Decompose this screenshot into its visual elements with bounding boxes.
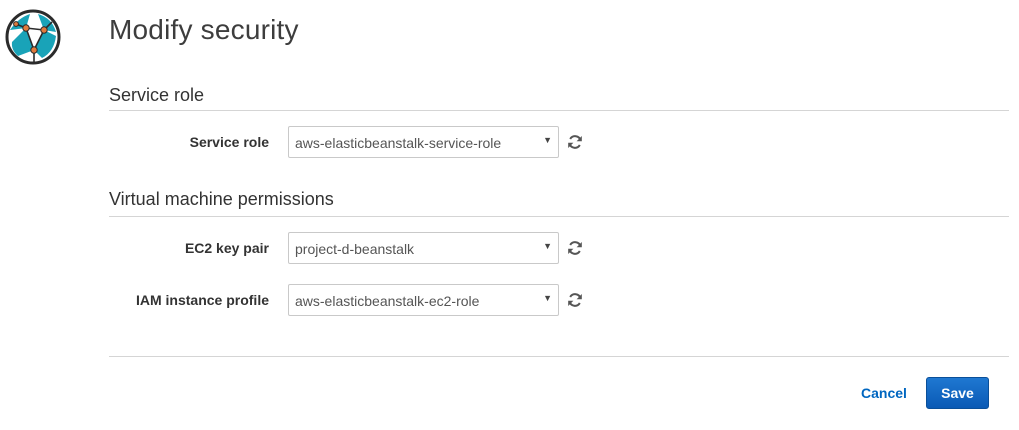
modify-security-page: Modify security Service role Service rol… (0, 0, 1019, 430)
section-divider (109, 110, 1009, 111)
section-divider (109, 216, 1009, 217)
ec2-key-pair-label: EC2 key pair (184, 240, 269, 256)
service-role-label: Service role (189, 134, 269, 150)
section-header-vm-permissions: Virtual machine permissions (109, 189, 334, 209)
save-button[interactable]: Save (926, 377, 989, 409)
refresh-icon[interactable] (567, 240, 583, 256)
iam-instance-profile-label: IAM instance profile (135, 292, 269, 308)
caret-down-icon: ▼ (543, 241, 552, 251)
iam-instance-profile-value: aws-elasticbeanstalk-ec2-role (295, 293, 480, 309)
service-role-value: aws-elasticbeanstalk-service-role (295, 135, 502, 151)
service-role-row: Service role aws-elasticbeanstalk-servic… (0, 126, 1019, 158)
ec2-key-pair-value: project-d-beanstalk (295, 241, 415, 257)
footer-divider (109, 356, 1009, 357)
caret-down-icon: ▼ (543, 135, 552, 145)
caret-down-icon: ▼ (543, 293, 552, 303)
ec2-key-pair-row: EC2 key pair project-d-beanstalk ▼ (0, 232, 1019, 264)
cancel-button[interactable]: Cancel (861, 385, 907, 401)
iam-instance-profile-row: IAM instance profile aws-elasticbeanstal… (0, 284, 1019, 316)
ec2-key-pair-select[interactable]: project-d-beanstalk ▼ (288, 232, 559, 264)
globe-network-logo-icon (5, 9, 61, 65)
service-role-select[interactable]: aws-elasticbeanstalk-service-role ▼ (288, 126, 559, 158)
refresh-icon[interactable] (567, 134, 583, 150)
refresh-icon[interactable] (567, 292, 583, 308)
section-header-service-role: Service role (109, 85, 205, 105)
iam-instance-profile-select[interactable]: aws-elasticbeanstalk-ec2-role ▼ (288, 284, 559, 316)
page-title: Modify security (109, 14, 299, 45)
